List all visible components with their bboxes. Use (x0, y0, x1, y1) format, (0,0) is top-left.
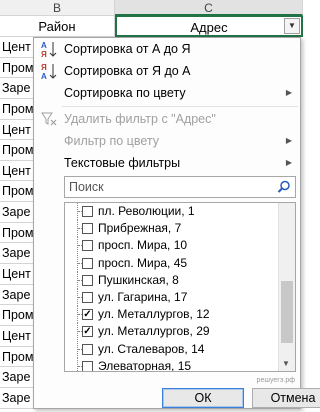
list-item-label: ул. Металлургов, 12 (98, 307, 210, 322)
svg-text:Я: Я (41, 63, 47, 72)
list-item[interactable]: ✓ ул. Металлургов, 29 (65, 323, 279, 341)
checkbox[interactable] (82, 360, 93, 371)
list-item-label: Прибрежная, 7 (98, 221, 182, 236)
clear-filter-icon (40, 110, 58, 128)
sort-asc-icon: АЯ (40, 40, 58, 59)
table-row[interactable]: Цент (0, 409, 40, 412)
table-header-row: Район Адрес ▼ (0, 16, 303, 37)
search-input[interactable]: Поиск (64, 176, 296, 198)
list-item-label: ул. Металлургов, 29 (98, 324, 210, 339)
list-item[interactable]: просп. Мира, 45 (65, 254, 279, 272)
checkbox[interactable]: ✓ (82, 309, 93, 321)
list-item[interactable]: ул. Гагарина, 17 (65, 289, 279, 306)
column-header-b[interactable]: B (0, 0, 115, 16)
checkbox[interactable] (82, 223, 93, 235)
list-scrollbar[interactable]: ▼ (278, 203, 295, 371)
filter-menu: АЯ Сортировка от А до Я ЯА Сортировка от… (33, 37, 320, 409)
filter-dropdown-button[interactable]: ▼ (284, 18, 300, 34)
menu-text-filters-label: Текстовые фильтры (64, 156, 181, 170)
checkbox[interactable] (82, 240, 93, 252)
submenu-arrow-icon: ▶ (285, 88, 292, 97)
list-item[interactable]: ✓ ул. Металлургов, 12 (65, 306, 279, 324)
checkbox[interactable] (82, 292, 93, 303)
svg-text:А: А (41, 72, 47, 80)
menu-sort-by-color-label: Сортировка по цвету (64, 86, 186, 100)
checkbox[interactable]: ✓ (82, 326, 93, 338)
sort-desc-icon: ЯА (40, 62, 58, 81)
menu-separator (62, 106, 298, 107)
search-placeholder: Поиск (69, 180, 104, 194)
svg-text:А: А (41, 41, 47, 50)
list-item[interactable]: Прибрежная, 7 (65, 220, 279, 238)
search-icon (277, 180, 291, 194)
submenu-arrow-icon: ▶ (285, 158, 292, 167)
menu-text-filters[interactable]: Текстовые фильтры ▶ (34, 152, 300, 174)
header-cell-district[interactable]: Район (0, 16, 115, 37)
scrollbar-thumb[interactable] (281, 281, 293, 343)
menu-sort-desc-label: Сортировка от Я до А (64, 64, 191, 78)
list-item-label: просп. Мира, 10 (98, 238, 188, 253)
svg-text:Я: Я (41, 50, 47, 58)
column-headers: B C (0, 0, 303, 16)
list-item-label: Элеваторная, 15 (98, 358, 192, 372)
header-cell-address-label: Адрес (190, 20, 228, 35)
checkbox[interactable] (82, 257, 93, 269)
menu-sort-asc[interactable]: АЯ Сортировка от А до Я (34, 38, 300, 60)
list-item[interactable]: Пушкинская, 8 (65, 271, 279, 289)
menu-sort-by-color[interactable]: Сортировка по цвету ▶ (34, 82, 300, 104)
list-item[interactable]: пл. Революции, 1 (65, 203, 279, 220)
list-item[interactable]: ул. Сталеваров, 14 (65, 340, 279, 358)
menu-filter-by-color-label: Фильтр по цвету (64, 134, 159, 148)
ok-button[interactable]: ОК (162, 388, 244, 408)
checkbox[interactable] (82, 274, 93, 286)
list-item[interactable]: просп. Мира, 10 (65, 237, 279, 255)
submenu-arrow-icon: ▶ (285, 136, 292, 145)
checkbox[interactable] (82, 206, 93, 217)
menu-clear-filter-label: Удалить фильтр с "Адрес" (64, 112, 216, 126)
menu-filter-by-color: Фильтр по цвету ▶ (34, 130, 300, 152)
filter-values-list[interactable]: Элеваторная, 15 ул. Сталеваров, 14 ✓ ул. Ме… (64, 202, 296, 372)
header-cell-address[interactable]: Адрес ▼ (115, 16, 303, 37)
list-item-label: ул. Гагарина, 17 (98, 290, 188, 304)
cancel-button[interactable]: Отмена (252, 388, 320, 408)
checkbox[interactable] (82, 343, 93, 355)
watermark: решуегэ.рф (256, 377, 295, 384)
menu-sort-asc-label: Сортировка от А до Я (64, 42, 191, 56)
list-item[interactable]: Элеваторная, 15 (65, 357, 279, 372)
menu-sort-desc[interactable]: ЯА Сортировка от Я до А (34, 60, 300, 82)
list-item-label: ул. Сталеваров, 14 (98, 341, 205, 356)
list-item-label: пл. Революции, 1 (98, 204, 195, 218)
list-item-label: просп. Мира, 45 (98, 255, 188, 270)
scroll-down-icon[interactable]: ▼ (282, 359, 290, 368)
list-item-label: Пушкинская, 8 (98, 272, 179, 287)
menu-clear-filter: Удалить фильтр с "Адрес" (34, 108, 300, 130)
column-header-c[interactable]: C (115, 0, 303, 16)
